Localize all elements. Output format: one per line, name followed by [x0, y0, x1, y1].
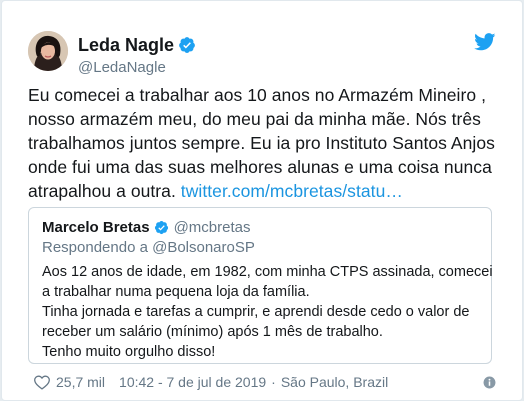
tweet-text-last-line: atrapalhou a outra. twitter.com/mcbretas… [28, 179, 498, 203]
author-name[interactable]: Leda Nagle [78, 35, 174, 56]
author-handle[interactable]: @LedaNagle [78, 59, 196, 76]
quoted-tweet[interactable]: Marcelo Bretas @mcbretas Respondendo a @… [28, 207, 493, 364]
tweet-text-line: onde fui uma das suas melhores alunas e … [28, 157, 492, 177]
quoted-author[interactable]: Marcelo Bretas @mcbretas [42, 219, 250, 236]
tweet-text-line: trabalhamos juntos sempre. Eu ia pro Ins… [28, 133, 495, 153]
quoted-text-line: Aos 12 anos de idade, em 1982, com minha… [42, 264, 493, 280]
tweet-link[interactable]: twitter.com/mcbretas/statu… [181, 181, 403, 201]
quoted-text-line: Tinha jornada e tarefas a cumprir, e apr… [42, 304, 470, 320]
tweet-card: Leda Nagle @LedaNagle Eu comecei a traba… [1, 0, 523, 401]
quoted-author-handle[interactable]: @mcbretas [174, 219, 251, 236]
quoted-text-line: Tenho muito orgulho disso! [42, 344, 216, 360]
twitter-bird-icon[interactable] [474, 33, 496, 51]
heart-icon[interactable] [33, 374, 51, 390]
verified-badge-icon [178, 36, 196, 54]
meta-separator: · [271, 374, 276, 390]
tweet-author[interactable]: Leda Nagle @LedaNagle [78, 34, 196, 76]
tweet-text-line: atrapalhou a outra. [28, 181, 176, 201]
avatar-image [28, 31, 68, 71]
quoted-author-name[interactable]: Marcelo Bretas [42, 219, 150, 236]
info-icon[interactable] [483, 376, 496, 389]
tweet-text-line: nosso armazém meu, do meu pai da minha m… [28, 109, 481, 129]
tweet-location[interactable]: São Paulo, Brazil [281, 374, 388, 390]
avatar[interactable] [28, 31, 68, 71]
quoted-text-line: a trabalhar numa pequena loja da família… [42, 284, 310, 300]
quoted-text: Aos 12 anos de idade, em 1982, com minha… [42, 262, 493, 362]
quoted-text-line: receber um salário (mínimo) após 1 mês d… [42, 324, 383, 340]
reply-context[interactable]: Respondendo a @BolsonaroSP [42, 239, 255, 256]
tweet-meta: 25,7 mil 10:42 - 7 de jul de 2019 · São … [33, 374, 388, 390]
verified-badge-icon [154, 220, 169, 235]
tweet-timestamp[interactable]: 10:42 - 7 de jul de 2019 [119, 374, 266, 390]
tweet-text-line: Eu comecei a trabalhar aos 10 anos no Ar… [28, 85, 486, 105]
like-count[interactable]: 25,7 mil [56, 374, 105, 390]
tweet-text: Eu comecei a trabalhar aos 10 anos no Ar… [28, 83, 498, 203]
